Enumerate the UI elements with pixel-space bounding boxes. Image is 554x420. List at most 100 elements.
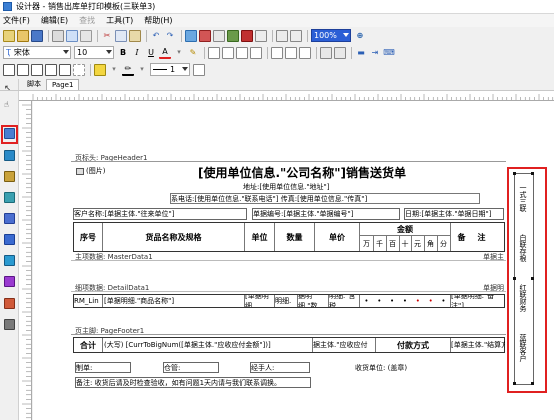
menu-find[interactable]: 查找 xyxy=(79,15,95,26)
page-icon[interactable] xyxy=(255,29,267,42)
frame-bottom-icon[interactable] xyxy=(45,63,57,76)
address-field[interactable]: 地址:[使用单位信息."地址"] xyxy=(243,182,383,192)
receiver-field[interactable]: 收货单位: (盖章) xyxy=(355,362,435,373)
detail-note[interactable]: [单据明细."备注"] xyxy=(451,295,505,307)
align-justify-icon[interactable] xyxy=(250,46,262,59)
columns-icon[interactable] xyxy=(276,29,288,42)
maker-field[interactable]: 制单: xyxy=(75,362,131,373)
valign-bottom-icon[interactable] xyxy=(299,46,311,59)
memo-tool-icon[interactable] xyxy=(4,128,15,139)
italic-button[interactable]: I xyxy=(131,47,143,59)
frame-top-icon[interactable] xyxy=(17,63,29,76)
detail-product[interactable]: [单据明细."商品名称"] xyxy=(104,295,242,307)
valign-middle-icon[interactable] xyxy=(285,46,297,59)
detail-qty[interactable]: 明细. xyxy=(275,295,297,307)
col-unit[interactable]: 单位 xyxy=(245,223,274,251)
detail-price[interactable]: 明细."含税 xyxy=(329,295,359,307)
menu-tools[interactable]: 工具(T) xyxy=(106,15,133,26)
open-icon[interactable] xyxy=(17,29,29,42)
valign-top-icon[interactable] xyxy=(271,46,283,59)
detail-qty2[interactable]: 据明细."数 xyxy=(298,295,328,307)
detail-unit[interactable]: [单据明细. xyxy=(245,295,274,307)
report-title[interactable]: [使用单位信息."公司名称"]销售送货单 xyxy=(131,164,473,180)
zoom-select[interactable]: 100% xyxy=(311,29,351,42)
subreport-tool-icon[interactable] xyxy=(4,192,15,203)
detail-amount-digits[interactable]: • • • • • • • xyxy=(360,295,450,307)
undo-icon[interactable]: ↶ xyxy=(150,30,162,42)
menu-edit[interactable]: 编辑(E) xyxy=(41,15,68,26)
exit-icon[interactable]: ⊕ xyxy=(354,30,366,42)
frame-all-icon[interactable] xyxy=(3,63,15,76)
pay-method-field[interactable]: [单据主体."结算方 xyxy=(451,338,505,352)
doc-number-field[interactable]: 单据编号:[单据主体."单据编号"] xyxy=(252,208,400,220)
col-product[interactable]: 货品名称及规格 xyxy=(103,223,244,251)
highlight-icon[interactable]: ✎ xyxy=(187,47,199,59)
font-select[interactable]: Ҭ 宋体 xyxy=(3,46,71,59)
font-color-button[interactable]: A xyxy=(159,47,171,59)
text-format-icon[interactable]: ⇥ xyxy=(369,47,381,59)
band-page-footer[interactable]: 页主脚: PageFooter1 xyxy=(75,326,144,336)
contact-field[interactable]: 系电话:[使用单位信息."联系电话"] 传真:[使用单位信息."传真"] xyxy=(170,193,480,204)
align-right-icon[interactable] xyxy=(236,46,248,59)
band-master[interactable]: 主项数据: MasterData1 xyxy=(75,252,153,262)
line-width-select[interactable]: 1 xyxy=(150,63,190,76)
menu-help[interactable]: 帮助(H) xyxy=(144,15,172,26)
font-size-select[interactable]: 10 xyxy=(74,46,114,59)
keeper-field[interactable]: 仓管: xyxy=(163,362,219,373)
highlight-text-icon[interactable]: ▬ xyxy=(355,47,367,59)
checkbox-tool-icon[interactable] xyxy=(4,319,15,330)
delete-band-icon[interactable] xyxy=(199,29,211,42)
word-wrap-icon[interactable] xyxy=(320,46,332,59)
grid-icon[interactable] xyxy=(213,29,225,42)
band-detail[interactable]: 细项数据: DetailData1 xyxy=(75,283,149,293)
col-amount[interactable]: 金额 xyxy=(360,223,450,235)
line-color-dropdown-icon[interactable]: ▾ xyxy=(136,64,148,76)
print-icon[interactable] xyxy=(52,29,64,42)
handler-field[interactable]: 经手人: xyxy=(250,362,310,373)
frame-right-icon[interactable] xyxy=(59,63,71,76)
richtext-tool-icon[interactable] xyxy=(4,298,15,309)
customer-field[interactable]: 客户名称:[单据主体."往来单位"] xyxy=(73,208,247,220)
dropdown-arrow-icon[interactable]: ▾ xyxy=(173,47,185,59)
shape-tool-icon[interactable] xyxy=(4,276,15,287)
notice-field[interactable]: 备注: 收货后请及时检查验收，如有问题1天内请与我们联系调换。 xyxy=(75,377,311,388)
properties-icon[interactable] xyxy=(290,29,302,42)
bold-button[interactable]: B xyxy=(117,47,129,59)
copy-icon[interactable] xyxy=(115,29,127,42)
tab-script[interactable]: 脚本 xyxy=(22,79,46,90)
barcode-tool-icon[interactable] xyxy=(4,234,15,245)
image-object[interactable]: (图片) xyxy=(76,165,126,177)
fill-dropdown-icon[interactable]: ▾ xyxy=(108,64,120,76)
chart-tool-icon[interactable] xyxy=(4,255,15,266)
col-qty[interactable]: 数量 xyxy=(275,223,314,251)
tab-page1[interactable]: Page1 xyxy=(46,79,80,90)
menu-file[interactable]: 文件(F) xyxy=(3,15,30,26)
rotate-icon[interactable] xyxy=(334,46,346,59)
picture-tool-icon[interactable] xyxy=(4,171,15,182)
cut-icon[interactable]: ✂ xyxy=(101,30,113,42)
band-tool-icon[interactable] xyxy=(4,150,15,161)
col-note[interactable]: 备注 xyxy=(451,223,504,251)
paste-icon[interactable] xyxy=(129,29,141,42)
underline-button[interactable]: U xyxy=(145,47,157,59)
redo-icon[interactable]: ↷ xyxy=(164,30,176,42)
new-icon[interactable] xyxy=(3,29,15,42)
save-icon[interactable] xyxy=(31,29,43,42)
preview-icon[interactable] xyxy=(66,29,78,42)
col-price[interactable]: 单价 xyxy=(315,223,359,251)
frame-none-icon[interactable] xyxy=(73,63,85,76)
line-color-icon[interactable]: ✏ xyxy=(122,64,134,76)
insert-field-icon[interactable]: ⌨ xyxy=(383,47,395,59)
design-canvas[interactable]: 页标头: PageHeader1 (图片) [使用单位信息."公司名称"]销售送… xyxy=(33,101,554,420)
align-grid-icon[interactable] xyxy=(227,29,239,42)
line-tool-icon[interactable] xyxy=(4,213,15,224)
fill-color-icon[interactable] xyxy=(94,63,106,76)
pay-method-label[interactable]: 付款方式 xyxy=(376,338,450,352)
fit-grid-icon[interactable] xyxy=(241,29,253,42)
insert-band-icon[interactable] xyxy=(185,29,197,42)
total-label[interactable]: 合计 xyxy=(74,338,102,352)
page-setup-icon[interactable] xyxy=(80,29,92,42)
line-style-icon[interactable] xyxy=(193,63,205,76)
frame-left-icon[interactable] xyxy=(31,63,43,76)
hand-tool-icon[interactable]: ☝ xyxy=(4,100,15,111)
